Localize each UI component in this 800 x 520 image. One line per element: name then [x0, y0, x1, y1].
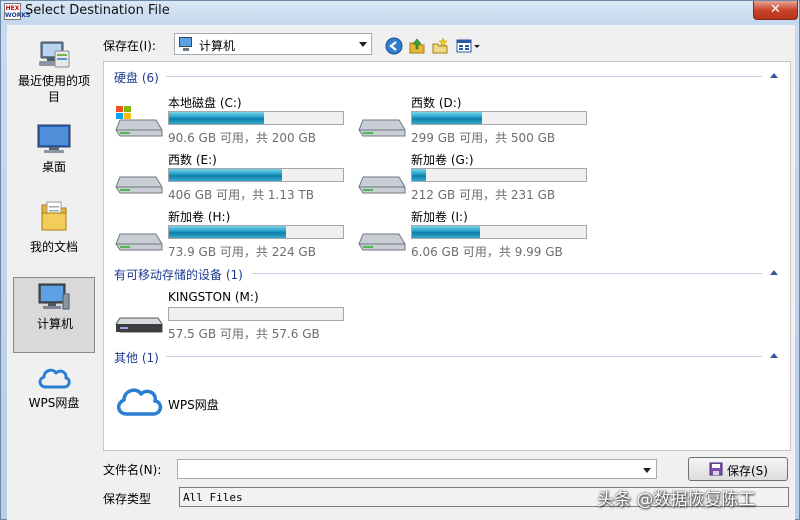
- hex-app-icon: HEX WORKS: [4, 3, 31, 20]
- drive-h[interactable]: 新加卷 (H:) 73.9 GB 可用，共 224 GB: [114, 208, 354, 262]
- drive-size-text: 212 GB 可用，共 231 GB: [411, 188, 556, 202]
- collapse-chevron-icon[interactable]: [770, 73, 778, 78]
- save-in-value: 计算机: [199, 39, 236, 53]
- wps-cloud-icon: [117, 388, 163, 416]
- recent-places-icon: [39, 41, 70, 68]
- drive-size-text: 57.5 GB 可用，共 57.6 GB: [168, 327, 320, 341]
- view-menu-icon[interactable]: [456, 37, 482, 55]
- drive-usage-fill: [412, 169, 427, 181]
- removable-drive-icon: [115, 317, 163, 333]
- place-recent-label: 最近使用的项目: [17, 74, 90, 104]
- drive-usage-fill: [169, 169, 282, 181]
- desktop-icon: [37, 124, 71, 153]
- drive-size-text: 6.06 GB 可用，共 9.99 GB: [411, 245, 563, 259]
- place-documents-label: 我的文档: [29, 240, 78, 254]
- place-computer-label: 计算机: [36, 317, 73, 331]
- drive-g[interactable]: 新加卷 (G:) 212 GB 可用，共 231 GB: [357, 151, 597, 205]
- hard-drive-icon: [115, 233, 163, 251]
- hard-drive-icon: [115, 176, 163, 194]
- collapse-chevron-icon[interactable]: [770, 270, 778, 275]
- dialog-client: 最近使用的项目 桌面 我的文档 计算机 WPS网盘 保存在(I): 计算机 硬盘…: [7, 25, 795, 520]
- save-button[interactable]: 保存(S): [688, 457, 788, 481]
- drive-size-text: 90.6 GB 可用，共 200 GB: [168, 131, 316, 145]
- save-in-label: 保存在(I):: [103, 39, 156, 53]
- hard-drive-icon: [358, 119, 406, 137]
- place-recent[interactable]: 最近使用的项目: [13, 35, 95, 111]
- save-button-label: 保存(S): [727, 464, 768, 478]
- places-bar: 最近使用的项目 桌面 我的文档 计算机 WPS网盘: [7, 33, 103, 410]
- drive-name: 西数 (E:): [168, 153, 217, 167]
- up-folder-icon[interactable]: [408, 37, 426, 55]
- drive-usage-bar: [411, 225, 587, 239]
- group-divider: [166, 76, 762, 77]
- back-icon[interactable]: [385, 37, 403, 55]
- place-desktop-label: 桌面: [41, 160, 66, 174]
- drive-size-text: 406 GB 可用，共 1.13 TB: [168, 188, 314, 202]
- drive-usage-bar: [168, 111, 344, 125]
- content-pane: 硬盘 (6) 本地磁盘 (C:) 90.6 GB 可用，共 200 GB 西数 …: [103, 61, 791, 451]
- title-bar[interactable]: HEX WORKS Select Destination File ✕: [1, 1, 799, 23]
- filename-dropdown-icon[interactable]: [643, 468, 651, 473]
- documents-folder-icon: [41, 201, 67, 231]
- drive-name: 新加卷 (H:): [168, 210, 231, 224]
- wps-cloud-icon: [38, 368, 71, 389]
- filename-input[interactable]: [177, 459, 657, 479]
- place-computer[interactable]: 计算机: [13, 277, 95, 353]
- drive-usage-fill: [169, 226, 286, 238]
- drive-e[interactable]: 西数 (E:) 406 GB 可用，共 1.13 TB: [114, 151, 354, 205]
- wps-item-label: WPS网盘: [168, 398, 219, 412]
- group-divider: [252, 273, 762, 274]
- drive-usage-bar: [411, 111, 587, 125]
- app-icon-text-top: HEX: [5, 5, 20, 12]
- group-divider: [166, 356, 762, 357]
- place-desktop[interactable]: 桌面: [13, 119, 95, 195]
- drive-usage-bar: [168, 225, 344, 239]
- hard-drive-icon: [358, 233, 406, 251]
- group-header-removable[interactable]: 有可移动存储的设备 (1): [114, 266, 243, 283]
- drive-d[interactable]: 西数 (D:) 299 GB 可用，共 500 GB: [357, 94, 597, 148]
- drive-c[interactable]: 本地磁盘 (C:) 90.6 GB 可用，共 200 GB: [114, 94, 354, 148]
- floppy-save-icon: [709, 462, 723, 476]
- chevron-down-icon: [359, 42, 367, 47]
- drive-usage-fill: [412, 112, 482, 124]
- drive-size-text: 299 GB 可用，共 500 GB: [411, 131, 556, 145]
- drive-name: 西数 (D:): [411, 96, 462, 110]
- drive-name: 新加卷 (G:): [411, 153, 474, 167]
- other-item-wps[interactable]: WPS网盘: [114, 382, 314, 422]
- collapse-chevron-icon[interactable]: [770, 353, 778, 358]
- drive-name: 新加卷 (I:): [411, 210, 468, 224]
- drive-m[interactable]: KINGSTON (M:) 57.5 GB 可用，共 57.6 GB: [114, 290, 354, 344]
- save-in-combo[interactable]: 计算机: [174, 33, 372, 55]
- dialog-window: HEX WORKS Select Destination File ✕ 最近使用…: [0, 0, 800, 520]
- drive-usage-bar: [411, 168, 587, 182]
- group-header-other[interactable]: 其他 (1): [114, 349, 159, 366]
- drive-name: 本地磁盘 (C:): [168, 96, 242, 110]
- drive-usage-bar: [168, 307, 344, 321]
- place-wps-cloud[interactable]: WPS网盘: [13, 359, 95, 435]
- window-title: Select Destination File: [25, 3, 170, 18]
- place-documents[interactable]: 我的文档: [13, 199, 95, 275]
- system-drive-icon: [115, 106, 163, 137]
- computer-icon: [38, 283, 70, 310]
- drive-usage-bar: [168, 168, 344, 182]
- group-header-hard-disks[interactable]: 硬盘 (6): [114, 69, 159, 86]
- app-icon-text-bottom: WORKS: [5, 12, 31, 19]
- drive-size-text: 73.9 GB 可用，共 224 GB: [168, 245, 316, 259]
- filename-label: 文件名(N):: [103, 463, 162, 477]
- computer-small-icon: [179, 37, 192, 51]
- new-folder-icon[interactable]: [431, 37, 449, 55]
- place-wps-label: WPS网盘: [28, 396, 80, 410]
- filetype-label: 保存类型: [103, 492, 152, 506]
- drive-usage-fill: [412, 226, 481, 238]
- watermark-text: 头条 @数据恢复陈工: [597, 490, 756, 510]
- drive-i[interactable]: 新加卷 (I:) 6.06 GB 可用，共 9.99 GB: [357, 208, 597, 262]
- drive-usage-fill: [169, 112, 265, 124]
- hard-drive-icon: [358, 176, 406, 194]
- close-button[interactable]: ✕: [753, 1, 798, 20]
- drive-name: KINGSTON (M:): [168, 290, 259, 304]
